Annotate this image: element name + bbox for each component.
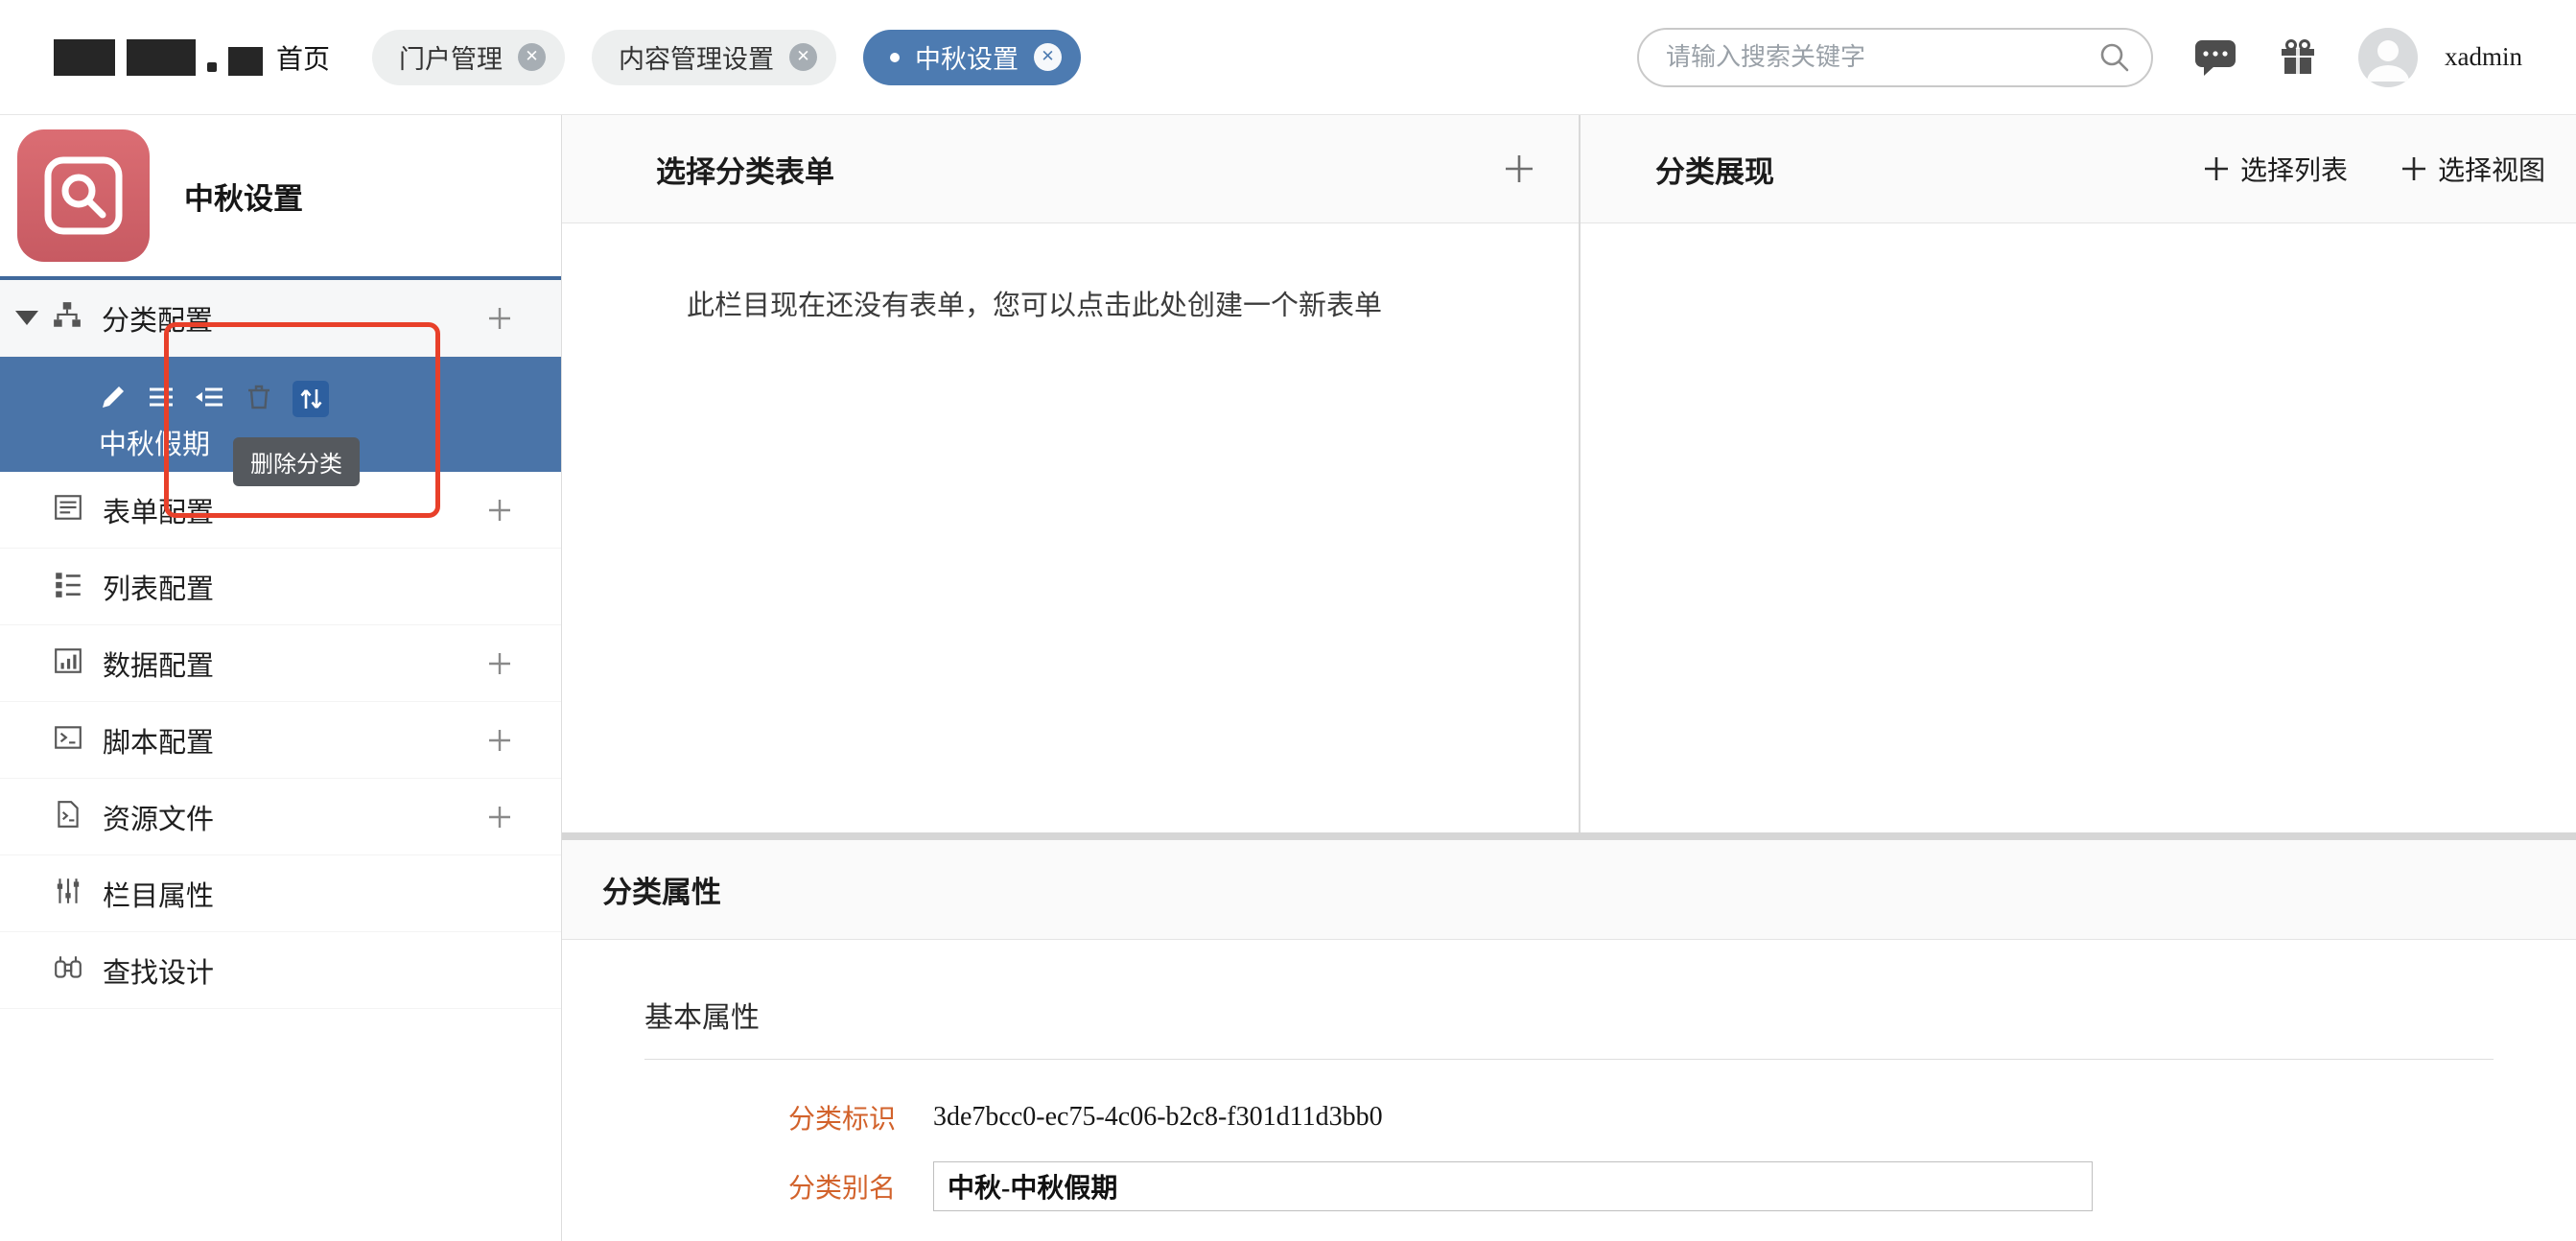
sidebar: 中秋设置 分类配置 中秋假期 删除分类 表单配置 列表配置 数据配置 脚本配置 … — [0, 115, 562, 1241]
field-label: 分类标识 — [787, 1105, 896, 1135]
add-data-icon[interactable] — [486, 650, 513, 677]
field-row-category-id: 分类标识 3de7bcc0-ec75-4c06-b2c8-f301d11d3bb… — [644, 1098, 2494, 1136]
tab-mid-autumn-settings[interactable]: 中秋设置 ✕ — [863, 29, 1082, 85]
topbar: 首页 门户管理 ✕ 内容管理设置 ✕ 中秋设置 ✕ xadmin — [0, 0, 2576, 115]
close-icon[interactable]: ✕ — [789, 43, 818, 71]
sort-icon[interactable] — [293, 381, 329, 417]
menu-item-label: 分类配置 — [102, 305, 214, 337]
panel-category-properties: 分类属性 基本属性 分类标识 3de7bcc0-ec75-4c06-b2c8-f… — [562, 840, 2576, 1241]
panel-title: 分类展现 — [1655, 154, 1774, 189]
form-icon — [53, 492, 83, 527]
menu-item-label: 列表配置 — [103, 574, 215, 605]
panel-properties-header: 分类属性 — [562, 840, 2576, 940]
add-form-panel-icon[interactable] — [1502, 152, 1536, 186]
sidebar-item-selected-category[interactable]: 中秋假期 删除分类 — [0, 357, 561, 486]
sidebar-item-search-design[interactable]: 查找设计 — [0, 932, 561, 1009]
add-script-icon[interactable] — [486, 727, 513, 754]
chart-icon — [53, 645, 83, 681]
button-label: 选择列表 — [2239, 156, 2348, 186]
panel-form-header: 选择分类表单 — [562, 115, 1579, 223]
plus-icon — [2401, 157, 2425, 180]
category-id-value: 3de7bcc0-ec75-4c06-b2c8-f301d11d3bb0 — [933, 1102, 1383, 1132]
sidebar-item-data-config[interactable]: 数据配置 — [0, 625, 561, 702]
username: xadmin — [2445, 42, 2522, 71]
category-toolbar — [99, 380, 561, 418]
active-dot-icon — [890, 52, 901, 62]
horizontal-splitter[interactable] — [562, 832, 2576, 840]
tab-label: 门户管理 — [399, 45, 503, 74]
add-form-icon[interactable] — [486, 497, 513, 524]
display-header-buttons: 选择列表 选择视图 — [2202, 150, 2545, 188]
logo-redacted — [54, 38, 263, 76]
tab-label: 中秋设置 — [915, 45, 1019, 74]
binoculars-icon — [53, 952, 83, 988]
script-icon — [53, 722, 83, 758]
panel-display-header: 分类展现 选择列表 选择视图 — [1581, 115, 2576, 223]
search-box — [1637, 27, 2153, 87]
gift-icon[interactable] — [2278, 37, 2318, 78]
panel-form-body: 此栏目现在还没有表单，您可以点击此处创建一个新表单 — [562, 223, 1579, 832]
panel-category-display: 分类展现 选择列表 选择视图 — [1581, 115, 2576, 832]
menu-item-label: 查找设计 — [103, 957, 215, 989]
field-label: 分类别名 — [787, 1174, 896, 1204]
search-input[interactable] — [1666, 42, 2097, 72]
panel-title: 分类属性 — [602, 876, 721, 909]
empty-form-message[interactable]: 此栏目现在还没有表单，您可以点击此处创建一个新表单 — [562, 223, 1579, 323]
tooltip-delete-category: 删除分类 — [233, 437, 360, 486]
tab-content-management-settings[interactable]: 内容管理设置 ✕ — [592, 29, 837, 85]
sidebar-item-category-config[interactable]: 分类配置 — [0, 280, 561, 357]
collapse-triangle-icon[interactable] — [15, 311, 38, 325]
menu-item-label: 脚本配置 — [103, 727, 215, 759]
category-alias-input[interactable] — [933, 1161, 2093, 1211]
add-category-icon[interactable] — [486, 305, 513, 332]
sidebar-title: 中秋设置 — [184, 181, 303, 216]
main-area: 选择分类表单 此栏目现在还没有表单，您可以点击此处创建一个新表单 分类展现 选择… — [562, 115, 2576, 1241]
add-sibling-icon[interactable] — [147, 383, 176, 416]
sitemap-icon — [52, 300, 82, 336]
panel-title: 选择分类表单 — [656, 154, 834, 189]
panel-form-select: 选择分类表单 此栏目现在还没有表单，您可以点击此处创建一个新表单 — [562, 115, 1579, 832]
add-resource-icon[interactable] — [486, 804, 513, 831]
avatar[interactable] — [2358, 27, 2418, 87]
panel-display-body — [1581, 223, 2576, 832]
button-label: 选择视图 — [2437, 156, 2545, 186]
sidebar-header: 中秋设置 — [0, 115, 561, 280]
tab-label: 内容管理设置 — [619, 45, 775, 74]
menu-item-label: 表单配置 — [103, 497, 215, 528]
sidebar-item-script-config[interactable]: 脚本配置 — [0, 702, 561, 779]
close-icon[interactable]: ✕ — [518, 43, 547, 71]
tab-portal-management[interactable]: 门户管理 ✕ — [372, 29, 566, 85]
tab-home[interactable]: 首页 — [276, 38, 330, 77]
select-list-button[interactable]: 选择列表 — [2202, 150, 2348, 188]
file-code-icon — [53, 799, 83, 834]
select-view-button[interactable]: 选择视图 — [2400, 150, 2545, 188]
category-search-icon — [17, 129, 150, 262]
menu-item-label: 资源文件 — [103, 804, 215, 835]
add-child-icon[interactable] — [195, 383, 225, 416]
search-icon[interactable] — [2097, 40, 2132, 75]
basic-properties-section-title: 基本属性 — [644, 994, 2494, 1060]
plus-icon — [2204, 157, 2228, 180]
sidebar-item-column-properties[interactable]: 栏目属性 — [0, 855, 561, 932]
app-body: 中秋设置 分类配置 中秋假期 删除分类 表单配置 列表配置 数据配置 脚本配置 … — [0, 115, 2576, 1241]
sidebar-item-resource-files[interactable]: 资源文件 — [0, 779, 561, 855]
chat-icon[interactable] — [2193, 36, 2237, 79]
close-icon[interactable]: ✕ — [1034, 43, 1063, 71]
sidebar-item-list-config[interactable]: 列表配置 — [0, 549, 561, 625]
topbar-right: xadmin — [1637, 27, 2522, 87]
properties-body: 基本属性 分类标识 3de7bcc0-ec75-4c06-b2c8-f301d1… — [562, 940, 2576, 1241]
sliders-icon — [53, 876, 83, 911]
field-row-category-alias: 分类别名 — [644, 1161, 2494, 1211]
list-icon — [53, 569, 83, 604]
edit-icon[interactable] — [99, 383, 128, 416]
delete-icon[interactable] — [245, 383, 273, 416]
menu-item-label: 栏目属性 — [103, 880, 215, 912]
menu-item-label: 数据配置 — [103, 650, 215, 682]
